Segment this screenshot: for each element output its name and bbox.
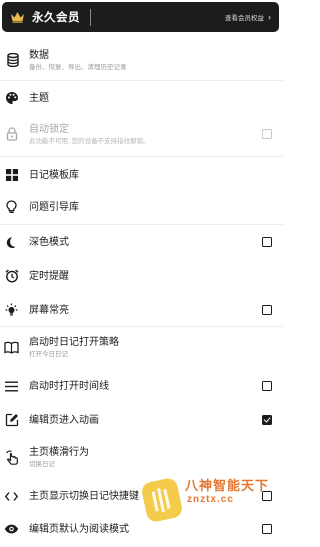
row-label: 主页显示切换日记快捷键 bbox=[29, 490, 139, 502]
settings-row-auto-lock: 自动锁定 此功能不可用, 您的设备不支持指纹解锁。 bbox=[0, 114, 283, 154]
row-label: 定时提醒 bbox=[29, 270, 69, 282]
vip-banner[interactable]: 永久会员 查看会员权益 › bbox=[2, 2, 279, 32]
vip-title: 永久会员 bbox=[32, 12, 80, 24]
row-label: 编辑页默认为阅读模式 bbox=[29, 523, 129, 535]
settings-row-question-library[interactable]: 问题引导库 bbox=[0, 189, 283, 225]
vip-benefits-link[interactable]: 查看会员权益 › bbox=[225, 12, 271, 22]
row-label: 主页横滑行为 bbox=[29, 446, 89, 458]
row-label: 自动锁定 bbox=[29, 123, 69, 135]
database-icon bbox=[5, 53, 20, 68]
row-sublabel: 此功能不可用, 您的设备不支持指纹解锁。 bbox=[29, 137, 150, 145]
open-timeline-checkbox[interactable] bbox=[262, 381, 272, 391]
palette-icon bbox=[4, 91, 19, 106]
settings-row-open-timeline[interactable]: 启动时打开时间线 bbox=[0, 368, 283, 404]
settings-row-data[interactable]: 数据 备份、恢复、导出、清理历史记录 bbox=[0, 41, 283, 79]
editor-animation-checkbox[interactable] bbox=[262, 415, 272, 425]
light-icon bbox=[4, 303, 19, 318]
settings-row-dark-mode[interactable]: 深色模式 bbox=[0, 224, 283, 260]
show-switch-shortcut-checkbox[interactable] bbox=[262, 491, 272, 501]
row-label: 问题引导库 bbox=[29, 201, 79, 213]
settings-row-theme[interactable]: 主题 bbox=[0, 80, 283, 116]
settings-row-startup-diary-strategy[interactable]: 启动时日记打开策略 打开今日日记 bbox=[0, 328, 283, 366]
settings-row-show-switch-shortcut[interactable]: 主页显示切换日记快捷键 bbox=[0, 478, 283, 514]
lock-icon bbox=[4, 127, 19, 142]
row-label: 屏幕常亮 bbox=[29, 304, 69, 316]
eye-icon bbox=[4, 522, 19, 537]
row-sublabel: 打开今日日记 bbox=[29, 350, 68, 358]
book-icon bbox=[4, 340, 19, 355]
settings-row-reminder[interactable]: 定时提醒 bbox=[0, 258, 283, 294]
divider bbox=[0, 326, 283, 327]
grid-icon bbox=[4, 168, 19, 183]
vip-benefits-label: 查看会员权益 bbox=[225, 15, 264, 22]
dark-mode-checkbox[interactable] bbox=[262, 237, 272, 247]
settings-row-editor-animation[interactable]: 编辑页进入动画 bbox=[0, 402, 283, 438]
row-label: 编辑页进入动画 bbox=[29, 414, 99, 426]
chevron-right-icon: › bbox=[268, 12, 271, 22]
swipe-icon bbox=[4, 450, 19, 465]
settings-row-default-read-mode[interactable]: 编辑页默认为阅读模式 bbox=[0, 511, 283, 547]
vip-separator bbox=[90, 8, 91, 26]
settings-row-keep-screen-on[interactable]: 屏幕常亮 bbox=[0, 292, 283, 328]
default-read-mode-checkbox[interactable] bbox=[262, 524, 272, 534]
row-label: 深色模式 bbox=[29, 236, 69, 248]
keep-screen-on-checkbox[interactable] bbox=[262, 305, 272, 315]
code-icon bbox=[4, 489, 19, 504]
row-label: 主题 bbox=[29, 92, 49, 104]
row-label: 数据 bbox=[29, 49, 49, 61]
settings-row-template-library[interactable]: 日记模板库 bbox=[0, 157, 283, 193]
lightbulb-icon bbox=[4, 200, 19, 215]
row-label: 日记模板库 bbox=[29, 169, 79, 181]
menu-icon bbox=[4, 379, 19, 394]
row-label: 启动时日记打开策略 bbox=[29, 336, 119, 348]
alarm-icon bbox=[4, 269, 19, 284]
row-sublabel: 备份、恢复、导出、清理历史记录 bbox=[29, 63, 127, 71]
edit-icon bbox=[4, 413, 19, 428]
settings-row-swipe-behavior[interactable]: 主页横滑行为 切换日记 bbox=[0, 438, 283, 476]
auto-lock-checkbox bbox=[262, 129, 272, 139]
row-sublabel: 切换日记 bbox=[29, 460, 55, 468]
crown-icon bbox=[10, 10, 26, 24]
row-label: 启动时打开时间线 bbox=[29, 380, 109, 392]
moon-icon bbox=[4, 235, 19, 250]
